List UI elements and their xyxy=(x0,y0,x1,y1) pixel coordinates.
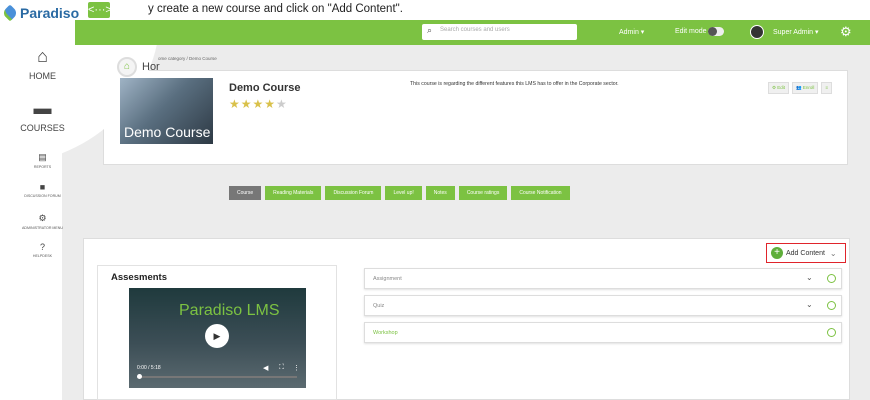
video-player[interactable]: Paradiso LMS ▶ 0:00 / 5:18 ◀ ⛶ ⋮ xyxy=(129,288,306,388)
logo-text: Paradiso xyxy=(20,5,80,21)
edit-button[interactable]: ⚙ Edit xyxy=(768,82,790,94)
avatar[interactable] xyxy=(750,25,764,39)
accordion-workshop[interactable]: Workshop xyxy=(364,322,842,343)
sidebar-item-label: DISCUSSION FORUM xyxy=(24,194,61,198)
sidebar-item-label: HOME xyxy=(29,71,56,81)
thumbnail-text: Demo Course xyxy=(124,124,211,140)
search-input[interactable]: ⌕ Search courses and users xyxy=(422,24,577,40)
add-content-button[interactable]: + Add Content ⌄ xyxy=(766,243,846,263)
accordion-label: Assignment xyxy=(373,276,402,282)
home-circle-button[interactable]: ⌂ xyxy=(117,57,137,77)
video-time: 0:00 / 5:18 xyxy=(137,365,161,371)
sidebar-item-home[interactable]: ⌂ HOME xyxy=(0,46,85,81)
tab-reading-materials[interactable]: Reading Materials xyxy=(265,186,322,200)
course-rating-stars: ★★★★★ xyxy=(229,97,288,111)
course-actions: ⚙ Edit 👥 Enroll ≡ xyxy=(768,82,833,94)
nav-arrows-icon[interactable]: <···> xyxy=(88,2,112,18)
edit-mode-label: Edit mode xyxy=(675,28,707,35)
course-tabs: Course Reading Materials Discussion Foru… xyxy=(229,186,570,200)
status-circle-icon xyxy=(827,301,836,310)
edit-mode-toggle[interactable] xyxy=(708,27,724,36)
instruction-text: y create a new course and click on "Add … xyxy=(148,3,403,15)
page-title: Hor xyxy=(142,61,160,73)
more-icon[interactable]: ⋮ xyxy=(293,364,300,372)
breadcrumb[interactable]: ome category / Demo Course xyxy=(158,56,217,61)
search-placeholder: Search courses and users xyxy=(440,27,510,33)
sidebar-item-discussion-forum[interactable]: ■ DISCUSSION FORUM xyxy=(0,182,85,199)
tab-course-ratings[interactable]: Course ratings xyxy=(458,186,508,200)
instruction-bar: y create a new course and click on "Add … xyxy=(0,0,870,20)
video-progress-bar[interactable] xyxy=(137,374,297,379)
course-title: Demo Course xyxy=(229,82,301,94)
tab-discussion-forum[interactable]: Discussion Forum xyxy=(325,186,382,200)
tab-level-up[interactable]: Level up! xyxy=(385,186,422,200)
chat-icon: ■ xyxy=(39,182,46,192)
sidebar-item-label: COURSES xyxy=(20,123,65,133)
admin-menu[interactable]: Admin ▾ xyxy=(619,28,644,36)
chevron-down-icon[interactable]: ⌄ xyxy=(806,273,813,282)
report-icon: ▤ xyxy=(38,152,47,162)
enroll-button[interactable]: 👥 Enroll xyxy=(792,82,819,94)
logo-leaf-icon xyxy=(1,4,19,22)
sidebar-item-label: ADMINISTRATOR MENU xyxy=(22,226,63,230)
help-icon: ? xyxy=(39,242,45,252)
logo[interactable]: Paradiso xyxy=(1,4,80,22)
sidebar-item-helpdesk[interactable]: ? HELPDESK xyxy=(0,242,85,259)
home-icon: ⌂ xyxy=(123,61,131,72)
home-icon: ⌂ xyxy=(37,46,48,66)
assessments-heading: Assesments xyxy=(111,272,167,283)
progress-handle[interactable] xyxy=(137,374,142,379)
course-description: This course is regarding the different f… xyxy=(410,81,619,87)
sidebar-item-administrator-menu[interactable]: ⚙ ADMINISTRATOR MENU xyxy=(0,213,85,231)
chevron-down-icon: ⌄ xyxy=(829,248,837,258)
sidebar-item-label: REPORTS xyxy=(33,165,52,169)
tab-course[interactable]: Course xyxy=(229,186,262,200)
status-circle-icon xyxy=(827,274,836,283)
search-icon: ⌕ xyxy=(427,25,433,35)
add-content-label: Add Content xyxy=(786,249,825,257)
menu-button[interactable]: ≡ xyxy=(821,82,833,94)
admin-gears-icon: ⚙ xyxy=(38,213,47,223)
tab-notes[interactable]: Notes xyxy=(425,186,455,200)
status-circle-icon xyxy=(827,328,836,337)
plus-icon: + xyxy=(771,247,783,259)
play-icon[interactable]: ▶ xyxy=(205,324,229,348)
accordion-label: Workshop xyxy=(373,330,398,336)
top-header-bar: ⌕ Search courses and users Admin ▾ Edit … xyxy=(75,20,870,45)
sidebar-item-label: HELPDESK xyxy=(32,254,53,258)
fullscreen-icon[interactable]: ⛶ xyxy=(279,364,284,372)
assessments-card: Assesments Paradiso LMS ▶ 0:00 / 5:18 ◀ … xyxy=(97,265,337,400)
user-menu[interactable]: Super Admin ▾ xyxy=(773,28,819,36)
chevron-down-icon[interactable]: ⌄ xyxy=(806,300,813,309)
sidebar-item-reports[interactable]: ▤ REPORTS xyxy=(0,152,85,170)
accordion-quiz[interactable]: Quiz ⌄ xyxy=(364,295,842,316)
volume-icon[interactable]: ◀ xyxy=(263,364,268,372)
gear-icon[interactable]: ⚙ xyxy=(840,24,852,40)
accordion-assignment[interactable]: Assignment ⌄ xyxy=(364,268,842,289)
accordion-label: Quiz xyxy=(373,303,385,309)
tab-course-notification[interactable]: Course Notification xyxy=(511,186,570,200)
video-title: Paradiso LMS xyxy=(179,302,280,319)
folder-icon: ▬ xyxy=(33,98,52,118)
course-thumbnail: Demo Course xyxy=(120,78,213,144)
sidebar-item-courses[interactable]: ▬ COURSES xyxy=(0,98,85,133)
